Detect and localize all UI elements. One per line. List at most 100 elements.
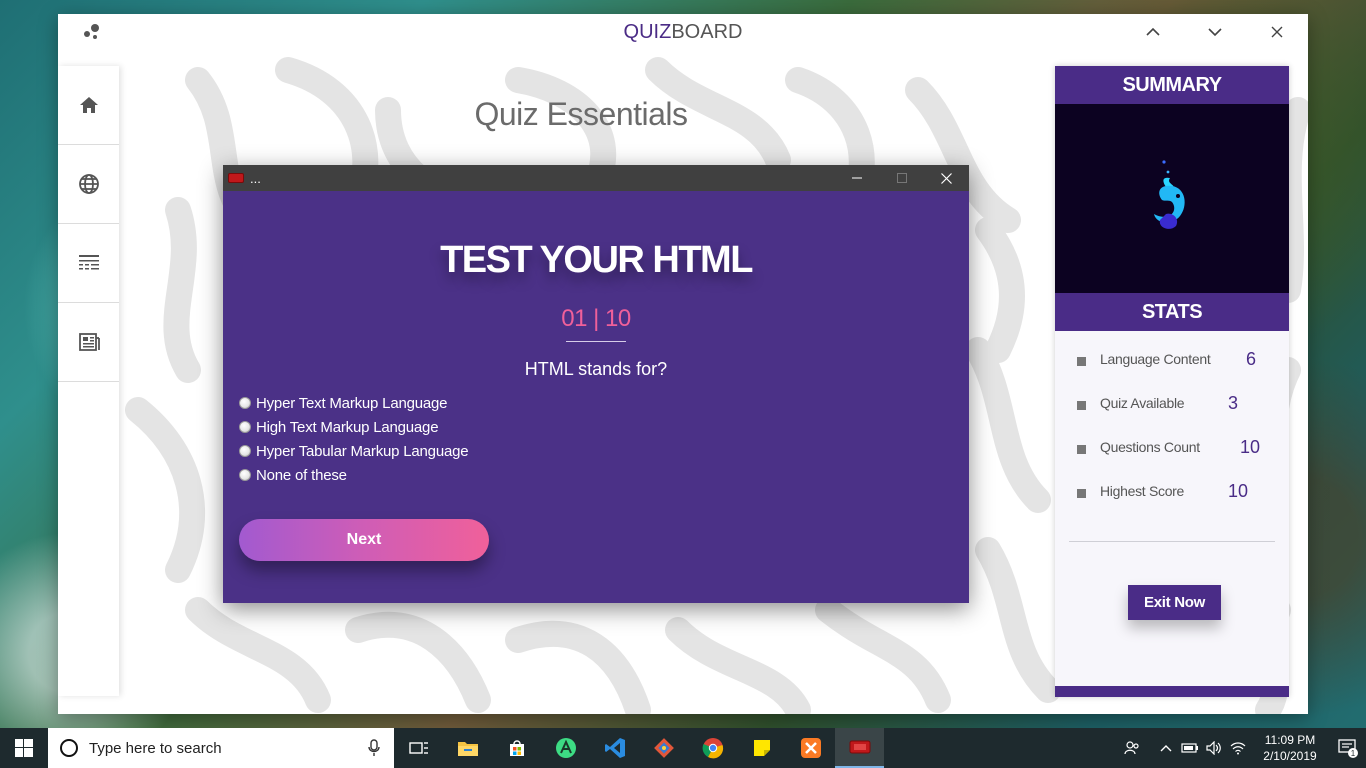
store-icon: [509, 740, 524, 756]
answer-option[interactable]: Hyper Tabular Markup Language: [239, 439, 469, 463]
taskbar-clock[interactable]: 11:09 PM 2/10/2019: [1250, 732, 1330, 764]
quiz-window-controls: [834, 165, 969, 191]
start-button[interactable]: [0, 728, 48, 768]
clock-date: 2/10/2019: [1263, 749, 1317, 763]
volume-icon: [1206, 741, 1221, 755]
answer-options: Hyper Text Markup Language High Text Mar…: [239, 391, 469, 487]
list-icon: [78, 255, 99, 270]
quiz-close-button[interactable]: [924, 165, 969, 191]
android-studio-icon: [555, 738, 576, 758]
system-tray: 11:09 PM 2/10/2019 1: [1120, 728, 1366, 768]
show-hidden-icons-button[interactable]: [1154, 728, 1178, 768]
answer-option[interactable]: None of these: [239, 463, 468, 487]
answer-option[interactable]: High Text Markup Language: [239, 415, 468, 439]
next-button[interactable]: Next: [239, 519, 489, 561]
notification-count: 1: [1351, 749, 1356, 758]
question-text: HTML stands for?: [524, 359, 668, 379]
collapse-up-button[interactable]: [1122, 14, 1184, 50]
notification-icon: 1: [1338, 739, 1358, 758]
blue-dragon-illustration: [1154, 159, 1185, 229]
git-button[interactable]: [639, 728, 688, 768]
radio-button[interactable]: [239, 445, 251, 457]
stats-list: Language Content 6 Quiz Available 3 Ques…: [1055, 331, 1289, 527]
people-icon: [1124, 741, 1139, 755]
chevron-up-icon: [1160, 745, 1172, 752]
quiz-app-taskbar-button[interactable]: [835, 728, 884, 768]
radio-button[interactable]: [239, 469, 251, 481]
store-button[interactable]: [492, 728, 541, 768]
radio-button[interactable]: [239, 397, 251, 409]
question-counter: 01 | 10: [561, 305, 631, 332]
android-studio-button[interactable]: [541, 728, 590, 768]
git-icon: [653, 738, 674, 758]
nav-item-globe[interactable]: [58, 145, 119, 224]
quiz-heading: TEST YOUR HTML: [440, 239, 753, 281]
taskbar-search[interactable]: Type here to search: [48, 728, 394, 768]
task-view-button[interactable]: [394, 728, 443, 768]
home-icon: [79, 97, 98, 113]
xampp-icon: [800, 738, 821, 758]
maximize-icon: [896, 173, 907, 183]
app-title: QUIZBOARD: [624, 21, 743, 44]
counter-underline: [566, 341, 626, 342]
stat-bullet: [1077, 489, 1086, 498]
answer-option-label: Hyper Tabular Markup Language: [256, 442, 469, 460]
answer-option[interactable]: Hyper Text Markup Language: [239, 391, 468, 415]
stat-row: Questions Count 10: [1055, 437, 1289, 483]
stat-bullet: [1077, 401, 1086, 410]
stat-label: Language Content: [1100, 351, 1211, 367]
minimize-button[interactable]: [834, 165, 879, 191]
stat-row: Language Content 6: [1055, 349, 1289, 395]
collapse-down-button[interactable]: [1184, 14, 1246, 50]
app-close-button[interactable]: [1246, 14, 1308, 50]
volume-button[interactable]: [1202, 728, 1226, 768]
stat-label: Questions Count: [1100, 439, 1200, 455]
left-sidebar: [58, 66, 119, 696]
stat-label: Quiz Available: [1100, 395, 1185, 411]
file-explorer-button[interactable]: [443, 728, 492, 768]
answer-option-label: High Text Markup Language: [256, 418, 439, 436]
maximize-button[interactable]: [879, 165, 924, 191]
stat-row: Quiz Available 3: [1055, 393, 1289, 439]
chevron-up-icon: [1146, 27, 1160, 36]
radio-button[interactable]: [239, 421, 251, 433]
close-icon: [941, 172, 952, 184]
app-titlebar: QUIZBOARD: [58, 14, 1308, 50]
panel-divider: [1069, 541, 1275, 542]
vscode-button[interactable]: [590, 728, 639, 768]
xampp-button[interactable]: [786, 728, 835, 768]
stat-label: Highest Score: [1100, 483, 1185, 499]
stat-value: 10: [1228, 481, 1249, 501]
chevron-down-icon: [1208, 28, 1222, 37]
app-title-part2: BOARD: [671, 20, 743, 43]
nav-item-home[interactable]: [58, 66, 119, 145]
answer-option-label: Hyper Text Markup Language: [256, 394, 448, 412]
chrome-button[interactable]: [688, 728, 737, 768]
chrome-icon: [702, 738, 723, 759]
page-heading: Quiz Essentials: [474, 96, 688, 132]
nav-item-list[interactable]: [58, 224, 119, 303]
exit-now-button[interactable]: Exit Now: [1128, 585, 1221, 620]
sticky-notes-icon: [753, 740, 770, 756]
microphone-icon[interactable]: [368, 739, 380, 757]
stat-value: 3: [1228, 393, 1239, 413]
sticky-notes-button[interactable]: [737, 728, 786, 768]
people-button[interactable]: [1120, 728, 1144, 768]
summary-panel: SUMMARY STATS Language Content 6 Quiz Av…: [1055, 66, 1289, 697]
action-center-button[interactable]: 1: [1330, 737, 1366, 759]
app-title-part1: QUIZ: [623, 20, 672, 43]
quiz-app-icon: [228, 173, 244, 183]
quiz-dialog-window: ... TEST YOUR HTML 01 | 10 HTML stands f…: [223, 165, 969, 603]
stat-row: Highest Score 10: [1055, 481, 1289, 527]
minimize-icon: [851, 177, 862, 179]
taskbar: Type here to search 11:09 PM 2/10/2019 1: [0, 728, 1366, 768]
battery-icon: [1181, 743, 1198, 753]
app-window-controls: [1122, 14, 1308, 50]
battery-button[interactable]: [1178, 728, 1202, 768]
stat-value: 6: [1246, 349, 1257, 369]
network-button[interactable]: [1226, 728, 1250, 768]
windows-logo-icon: [15, 739, 33, 757]
nav-item-newspaper[interactable]: [58, 303, 119, 382]
summary-title: SUMMARY: [1055, 66, 1289, 104]
search-placeholder: Type here to search: [89, 739, 222, 757]
